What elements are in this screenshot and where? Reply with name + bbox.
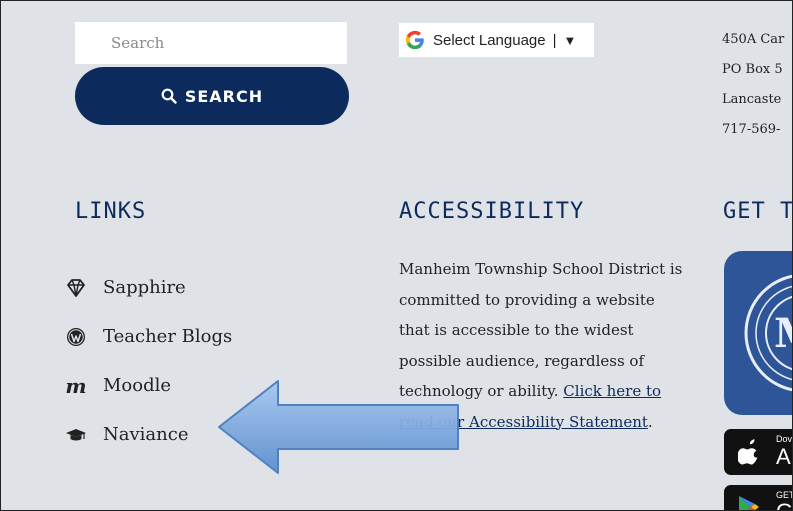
language-select[interactable]: Select Language | ▼ — [399, 23, 594, 57]
link-label: Teacher Blogs — [103, 326, 233, 347]
link-sapphire[interactable]: Sapphire — [65, 263, 232, 312]
svg-text:M: M — [774, 310, 793, 357]
chevron-down-icon: ▼ — [563, 32, 577, 48]
app-store-large-text: Ap — [776, 444, 792, 469]
diamond-icon — [65, 277, 87, 299]
address-block: 450A Car PO Box 5 Lancaste 717-569- — [722, 25, 792, 145]
address-line: Lancaste — [722, 92, 782, 107]
google-play-badge[interactable]: GET G — [724, 485, 792, 510]
language-select-label: Select Language — [433, 31, 546, 49]
search-input[interactable] — [75, 22, 347, 64]
footer-frame: SEARCH Select Language | ▼ 450A Car PO B… — [0, 0, 793, 511]
search-icon — [161, 88, 177, 104]
get-app-heading: GET TH — [723, 199, 793, 224]
google-icon — [405, 30, 424, 50]
link-label: Moodle — [103, 375, 172, 396]
accessibility-heading: ACCESSIBILITY — [399, 199, 585, 224]
links-heading: LINKS — [75, 199, 147, 224]
link-teacher-blogs[interactable]: Teacher Blogs — [65, 312, 232, 361]
app-store-badge[interactable]: Dov Ap — [724, 429, 793, 475]
google-play-icon — [739, 496, 759, 510]
app-store-small-text: Dov — [776, 434, 793, 444]
wordpress-icon — [65, 326, 87, 348]
address-line: 450A Car — [722, 32, 785, 47]
search-button-label: SEARCH — [184, 86, 264, 106]
school-seal-icon: M — [744, 274, 793, 392]
accessibility-trailing: . — [647, 412, 653, 431]
link-naviance[interactable]: Naviance — [65, 410, 232, 459]
language-select-separator: | — [552, 31, 557, 49]
link-moodle[interactable]: m Moodle — [65, 361, 232, 410]
moodle-glyph: m — [65, 373, 87, 398]
address-line: PO Box 5 — [722, 62, 783, 77]
moodle-icon: m — [65, 373, 87, 398]
link-label: Naviance — [103, 424, 189, 445]
graduation-cap-icon — [65, 424, 87, 446]
search-button[interactable]: SEARCH — [75, 67, 349, 125]
play-store-large-text: G — [776, 499, 792, 510]
apple-icon — [738, 439, 758, 465]
phone-line[interactable]: 717-569- — [722, 115, 792, 145]
pointer-arrow-icon — [218, 380, 459, 474]
links-list: Sapphire Teacher Blogs m Moodle Naviance — [65, 263, 232, 459]
school-app-icon[interactable]: M — [724, 251, 793, 415]
link-label: Sapphire — [103, 277, 186, 298]
